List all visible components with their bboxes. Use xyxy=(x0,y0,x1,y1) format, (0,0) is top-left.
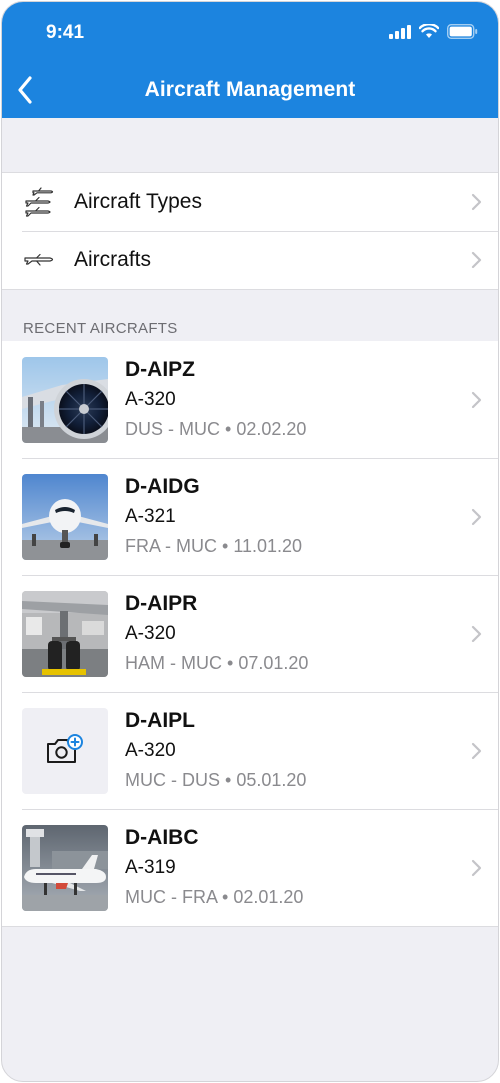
aircraft-type: A-319 xyxy=(125,857,176,878)
aircraft-registration: D-AIDG xyxy=(125,475,200,498)
nav-header: 9:41 Aircraft Management xyxy=(2,2,498,118)
multiple-planes-icon xyxy=(22,185,58,219)
chevron-right-icon xyxy=(471,251,482,269)
aircraft-date: 11.01.20 xyxy=(233,536,303,556)
aircraft-type: A-320 xyxy=(125,623,176,644)
aircraft-route: HAM - MUC xyxy=(125,653,222,673)
aircraft-type: A-321 xyxy=(125,506,176,527)
list-item[interactable]: D-AIPR A-320 HAM - MUC • 07.01.20 xyxy=(2,575,498,692)
wifi-icon xyxy=(419,24,439,38)
aircraft-photo-gear xyxy=(22,591,108,677)
battery-icon xyxy=(447,24,478,39)
chevron-right-icon xyxy=(471,391,482,408)
recent-aircraft-list: D-AIPZ A-320 DUS - MUC • 02.02.20 D-AIDG… xyxy=(2,341,498,927)
aircraft-registration: D-AIPZ xyxy=(125,358,195,381)
aircraft-route: MUC - DUS xyxy=(125,770,220,790)
aircraft-route-date: FRA - MUC • 11.01.20 xyxy=(125,536,303,556)
status-icons xyxy=(389,24,478,39)
list-item[interactable]: D-AIBC A-319 MUC - FRA • 02.01.20 xyxy=(2,809,498,926)
aircraft-route-date: MUC - FRA • 02.01.20 xyxy=(125,887,304,907)
menu-item-label: Aircraft Types xyxy=(74,190,202,213)
add-photo-placeholder[interactable] xyxy=(22,708,108,794)
aircraft-route: DUS - MUC xyxy=(125,419,220,439)
aircraft-photo-engine xyxy=(22,357,108,443)
add-photo-icon xyxy=(47,734,83,763)
plane-icon xyxy=(22,251,58,269)
menu-list: Aircraft Types Aircrafts xyxy=(2,172,498,290)
aircraft-type: A-320 xyxy=(125,389,176,410)
aircraft-route-date: MUC - DUS • 05.01.20 xyxy=(125,770,307,790)
chevron-right-icon xyxy=(471,625,482,642)
chevron-right-icon xyxy=(471,193,482,211)
list-item[interactable]: D-AIDG A-321 FRA - MUC • 11.01.20 xyxy=(2,458,498,575)
aircraft-date: 02.02.20 xyxy=(236,419,307,439)
aircraft-registration: D-AIPR xyxy=(125,592,198,615)
section-header-recent: RECENT AIRCRAFTS xyxy=(23,320,178,337)
page-title: Aircraft Management xyxy=(144,78,356,101)
list-item[interactable]: D-AIPZ A-320 DUS - MUC • 02.02.20 xyxy=(2,341,498,458)
aircraft-route-date: HAM - MUC • 07.01.20 xyxy=(125,653,309,673)
chevron-right-icon xyxy=(471,859,482,876)
aircraft-route-date: DUS - MUC • 02.02.20 xyxy=(125,419,307,439)
aircraft-date: 07.01.20 xyxy=(238,653,309,673)
chevron-right-icon xyxy=(471,508,482,525)
list-item[interactable]: D-AIPL A-320 MUC - DUS • 05.01.20 xyxy=(2,692,498,809)
aircraft-route: MUC - FRA xyxy=(125,887,217,907)
aircraft-type: A-320 xyxy=(125,740,176,761)
aircraft-registration: D-AIBC xyxy=(125,826,199,849)
menu-item-aircraft-types[interactable]: Aircraft Types xyxy=(2,173,498,231)
signal-icon xyxy=(389,24,411,39)
aircraft-photo-airport xyxy=(22,825,108,911)
chevron-right-icon xyxy=(471,742,482,759)
menu-item-aircrafts[interactable]: Aircrafts xyxy=(2,231,498,289)
aircraft-date: 02.01.20 xyxy=(233,887,304,907)
status-time: 9:41 xyxy=(46,22,85,43)
aircraft-photo-nose xyxy=(22,474,108,560)
menu-item-label: Aircrafts xyxy=(74,248,152,271)
aircraft-date: 05.01.20 xyxy=(236,770,307,790)
phone-screen: 9:41 Aircraft Management Aircraft Types … xyxy=(1,1,499,1082)
aircraft-route: FRA - MUC xyxy=(125,536,217,556)
aircraft-registration: D-AIPL xyxy=(125,709,195,732)
